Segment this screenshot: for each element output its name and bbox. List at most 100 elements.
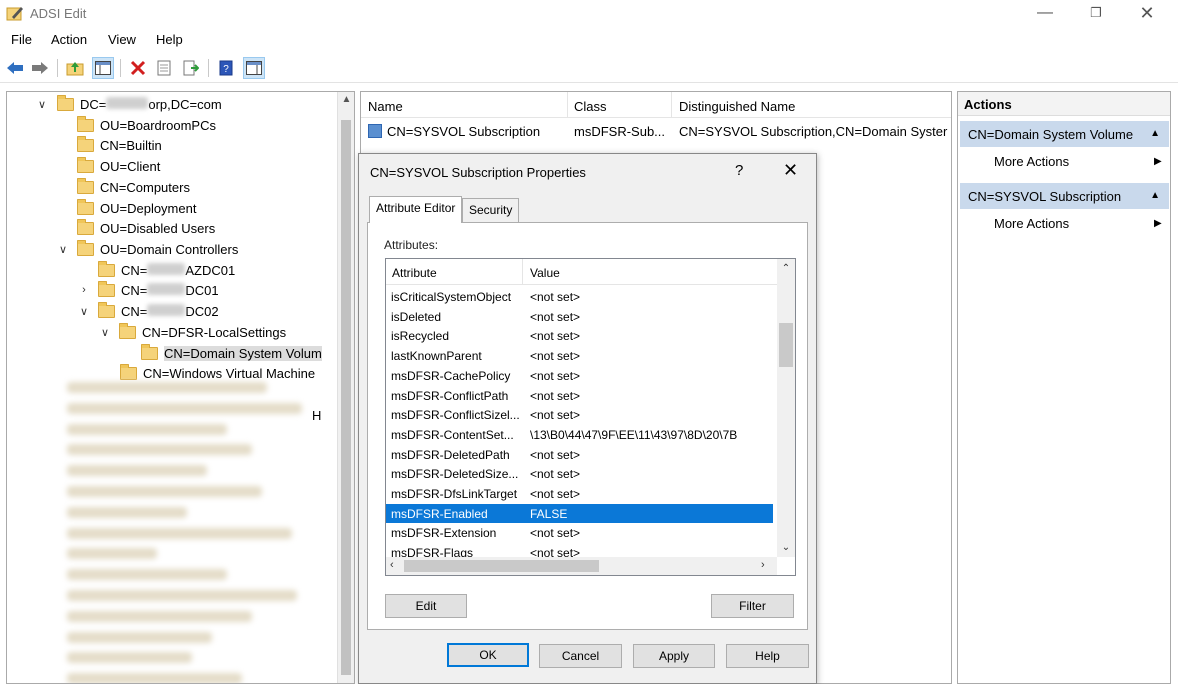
tab-attribute-editor[interactable]: Attribute Editor: [369, 196, 463, 223]
scrollbar-thumb[interactable]: [341, 120, 351, 675]
folder-icon: [77, 218, 94, 235]
tree-node-domain-controllers[interactable]: ∨ OU=Domain Controllers: [56, 239, 238, 259]
actions-section-domain-system-volume[interactable]: CN=Domain System Volume ▲: [960, 121, 1169, 147]
attribute-row[interactable]: msDFSR-Extension <not set>: [386, 523, 773, 543]
ok-button[interactable]: OK: [447, 643, 529, 667]
list-item-class: msDFSR-Sub...: [574, 124, 666, 139]
menu-bar: File Action View Help: [0, 29, 1178, 51]
chevron-right-icon[interactable]: ›: [761, 559, 765, 571]
tree-node[interactable]: CN=Builtin: [77, 135, 162, 155]
menu-action[interactable]: Action: [51, 32, 87, 47]
collapse-triangle-icon[interactable]: ▲: [1150, 190, 1160, 201]
attribute-value: <not set>: [530, 329, 581, 344]
list-header: Name Class Distinguished Name: [361, 92, 951, 118]
attribute-row[interactable]: msDFSR-Enabled FALSE: [386, 503, 773, 524]
attribute-row[interactable]: msDFSR-ContentSet... \13\B0\44\47\9F\EE\1…: [386, 425, 773, 445]
tree-node-dc[interactable]: › CN= DC01: [77, 280, 219, 300]
chevron-right-icon[interactable]: ›: [77, 284, 91, 296]
attribute-row[interactable]: msDFSR-ConflictSizel... <not set>: [386, 405, 773, 425]
forward-arrow-icon[interactable]: [29, 57, 51, 79]
attribute-row[interactable]: msDFSR-DfsLinkTarget <not set>: [386, 484, 773, 504]
tree-node-dc[interactable]: ∨ CN= DC02: [77, 301, 219, 321]
column-header-attribute[interactable]: Attribute: [392, 266, 437, 280]
scrollbar-thumb[interactable]: [779, 323, 793, 367]
tree-vertical-scrollbar[interactable]: ▲: [337, 92, 354, 683]
properties-icon[interactable]: [153, 57, 175, 79]
attribute-row[interactable]: msDFSR-CachePolicy <not set>: [386, 366, 773, 386]
chevron-down-icon[interactable]: ∨: [35, 98, 49, 111]
tree-node-windows-virtual-machine[interactable]: CN=Windows Virtual Machine: [120, 363, 315, 383]
back-arrow-icon[interactable]: [4, 57, 26, 79]
dialog-close-button[interactable]: ✕: [783, 160, 798, 181]
column-header-value[interactable]: Value: [530, 266, 560, 280]
edit-button[interactable]: Edit: [385, 594, 467, 618]
help-book-icon[interactable]: ?: [215, 57, 237, 79]
attributes-vertical-scrollbar[interactable]: ⌃ ⌄: [777, 259, 795, 557]
attribute-row[interactable]: isRecycled <not set>: [386, 326, 773, 346]
maximize-button[interactable]: ❐: [1073, 0, 1119, 28]
menu-view[interactable]: View: [108, 32, 136, 47]
tree-node[interactable]: OU=Deployment: [77, 198, 196, 218]
tree-node[interactable]: OU=BoardroomPCs: [77, 115, 216, 135]
more-actions-link[interactable]: More Actions: [994, 216, 1069, 231]
chevron-down-icon[interactable]: ∨: [77, 305, 91, 318]
chevron-down-icon[interactable]: ∨: [56, 243, 70, 256]
folder-icon: [98, 280, 115, 297]
list-item[interactable]: CN=SYSVOL Subscription msDFSR-Sub... CN=…: [361, 120, 951, 142]
column-header-class[interactable]: Class: [574, 99, 607, 114]
show-hide-console-tree-icon[interactable]: [92, 57, 114, 79]
adsi-edit-app-icon: [6, 7, 23, 21]
attribute-name: msDFSR-DeletedSize...: [391, 467, 519, 482]
tree-node-label: OU=Disabled Users: [100, 220, 216, 236]
up-folder-icon[interactable]: [64, 57, 86, 79]
export-list-icon[interactable]: [180, 57, 202, 79]
menu-file[interactable]: File: [11, 32, 32, 47]
attribute-row[interactable]: isCriticalSystemObject <not set>: [386, 287, 773, 307]
folder-icon: [98, 260, 115, 277]
more-actions-link[interactable]: More Actions: [994, 154, 1069, 169]
attribute-row[interactable]: isDeleted <not set>: [386, 307, 773, 327]
attribute-value: <not set>: [530, 349, 581, 364]
attribute-row[interactable]: msDFSR-ConflictPath <not set>: [386, 386, 773, 406]
dc-label-prefix: CN=: [121, 303, 148, 319]
column-header-name[interactable]: Name: [368, 99, 403, 114]
tree-node[interactable]: CN=Computers: [77, 177, 190, 197]
attribute-row[interactable]: msDFSR-DeletedSize... <not set>: [386, 464, 773, 484]
attribute-name: msDFSR-CachePolicy: [391, 368, 511, 383]
collapse-triangle-icon[interactable]: ▲: [1150, 128, 1160, 139]
help-button[interactable]: Help: [726, 644, 809, 668]
chevron-left-icon[interactable]: ‹: [390, 559, 394, 571]
filter-button[interactable]: Filter: [711, 594, 794, 618]
attributes-label: Attributes:: [384, 238, 439, 252]
attribute-row[interactable]: lastKnownParent <not set>: [386, 346, 773, 366]
tree-node-domain-system-volume[interactable]: CN=Domain System Volum: [141, 343, 322, 363]
redacted-text: [106, 96, 149, 109]
tree-node-domain-root[interactable]: ∨ DC= orp,DC=com: [35, 94, 222, 114]
minimize-button[interactable]: —: [1022, 0, 1068, 28]
toolbar: ?: [0, 53, 1178, 83]
dialog-title: CN=SYSVOL Subscription Properties: [370, 165, 586, 180]
scrollbar-thumb[interactable]: [404, 560, 599, 572]
tab-security[interactable]: Security: [462, 198, 520, 222]
chevron-down-icon[interactable]: ⌄: [777, 542, 795, 553]
actions-section-sysvol-subscription[interactable]: CN=SYSVOL Subscription ▲: [960, 183, 1169, 209]
attribute-name: msDFSR-DeletedPath: [391, 447, 510, 462]
close-window-button[interactable]: ✕: [1124, 0, 1170, 28]
apply-button[interactable]: Apply: [633, 644, 715, 668]
delete-icon[interactable]: [127, 57, 149, 79]
menu-help[interactable]: Help: [156, 32, 183, 47]
show-hide-action-pane-icon[interactable]: [243, 57, 265, 79]
tree-node[interactable]: OU=Disabled Users: [77, 218, 215, 238]
attributes-horizontal-scrollbar[interactable]: ‹ ›: [386, 557, 777, 575]
chevron-up-icon[interactable]: ⌃: [777, 263, 795, 274]
chevron-up-icon[interactable]: ▲: [338, 94, 354, 105]
chevron-down-icon[interactable]: ∨: [98, 326, 112, 339]
tree-node-dfsr-localsettings[interactable]: ∨ CN=DFSR-LocalSettings: [98, 322, 286, 342]
column-header-distinguished-name[interactable]: Distinguished Name: [679, 99, 795, 114]
attribute-row[interactable]: msDFSR-DeletedPath <not set>: [386, 445, 773, 465]
tree-node[interactable]: OU=Client: [77, 156, 160, 176]
cancel-button[interactable]: Cancel: [539, 644, 622, 668]
tree-node-dc[interactable]: CN= AZDC01: [98, 260, 235, 280]
dialog-help-button[interactable]: ?: [735, 162, 743, 179]
svg-text:?: ?: [223, 64, 229, 75]
